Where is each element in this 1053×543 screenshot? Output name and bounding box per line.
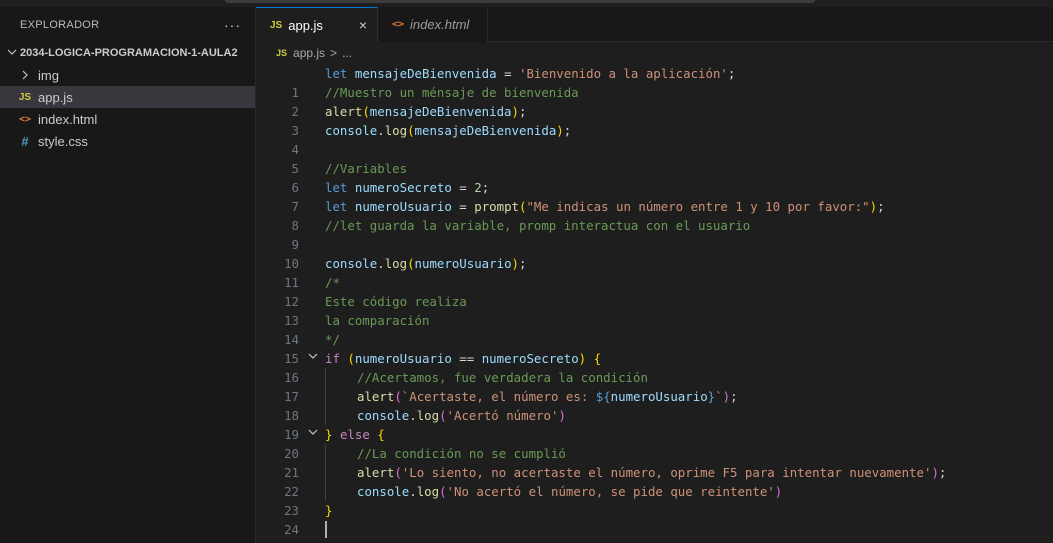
- line-number: 25: [256, 539, 299, 543]
- explorer-sidebar: EXPLORADOR ··· 2034-LOGICA-PROGRAMACION-…: [0, 7, 256, 543]
- tree-item-style-css[interactable]: # style.css: [0, 130, 255, 152]
- code-line-25: 25: [256, 520, 1053, 543]
- title-bar: [0, 0, 1053, 7]
- code-line-22: 22 alert('Lo siento, no acertaste el núm…: [256, 463, 1053, 499]
- chevron-right-icon: [16, 70, 34, 80]
- code-line-14: 14 la comparación: [256, 311, 1053, 347]
- css-file-icon: #: [21, 133, 29, 149]
- code-line-6: 6 //Variables: [256, 159, 1053, 195]
- fold-chevron-icon[interactable]: [308, 425, 318, 444]
- tree-item-label: style.css: [38, 133, 88, 149]
- code-line-12: 12 /*: [256, 273, 1053, 309]
- html-file-icon: <>: [392, 19, 405, 30]
- breadcrumb: JS app.js > ...: [256, 42, 1053, 64]
- workspace-folder[interactable]: 2034-LOGICA-PROGRAMACION-1-AULA2: [0, 42, 255, 64]
- code-line-23: 23 console.log('No acertó el número, se …: [256, 482, 1053, 518]
- tree-item-label: img: [38, 67, 59, 83]
- code-line-15: 15 */: [256, 330, 1053, 366]
- code-line-17: 17 //Acertamos, fue verdadera la condici…: [256, 368, 1053, 404]
- breadcrumb-file[interactable]: app.js: [293, 46, 325, 60]
- code-line-8: 8 let numeroUsuario = prompt("Me indicas…: [256, 197, 1053, 233]
- close-icon[interactable]: ×: [359, 17, 367, 33]
- code-line-10: 10: [256, 235, 1053, 271]
- code-line-11: 11 console.log(numeroUsuario);: [256, 254, 1053, 290]
- code-line-16: 16 if (numeroUsuario == numeroSecreto) {: [256, 349, 1053, 385]
- tree-item-label: app.js: [38, 89, 73, 105]
- code-line-5: 5: [256, 140, 1053, 176]
- tree-item-index-html[interactable]: <> index.html: [0, 108, 255, 130]
- code-line-20: 20 } else {: [256, 425, 1053, 461]
- tree-item-label: index.html: [38, 111, 98, 127]
- workspace-folder-label: 2034-LOGICA-PROGRAMACION-1-AULA2: [20, 47, 238, 59]
- javascript-file-icon: JS: [270, 19, 283, 31]
- fold-chevron-icon[interactable]: [308, 349, 318, 368]
- tab-app-js[interactable]: JS app.js ×: [256, 7, 378, 42]
- code-line-13: 13 Este código realiza: [256, 292, 1053, 328]
- code-line-3: 3 alert(mensajeDeBienvenida);: [256, 102, 1053, 138]
- explorer-header: EXPLORADOR ···: [0, 7, 255, 42]
- horizontal-scrollbar[interactable]: [225, 0, 815, 3]
- breadcrumb-symbol[interactable]: ...: [342, 46, 352, 60]
- code-line-7: 7 let numeroSecreto = 2;: [256, 178, 1053, 214]
- tab-index-html[interactable]: <> index.html: [378, 7, 488, 42]
- html-file-icon: <>: [18, 113, 32, 125]
- javascript-file-icon: JS: [276, 48, 288, 58]
- code-line-21: 21 //La condición no se cumplió: [256, 444, 1053, 480]
- more-actions-icon[interactable]: ···: [224, 17, 241, 33]
- text-cursor: [325, 521, 327, 538]
- tree-item-img[interactable]: img: [0, 64, 255, 86]
- editor-tabs: JS app.js × <> index.html: [256, 7, 1053, 42]
- tab-label: app.js: [288, 17, 323, 33]
- tab-label: index.html: [410, 17, 470, 32]
- code-line-9: 9 //let guarda la variable, promp intera…: [256, 216, 1053, 252]
- code-editor[interactable]: 1 let mensajeDeBienvenida = 'Bienvenido …: [256, 64, 1053, 543]
- code-line-2: 2 //Muestro un ménsaje de bienvenida: [256, 83, 1053, 119]
- code-line-19: 19 console.log('Acertó número'): [256, 406, 1053, 442]
- chevron-down-icon: [4, 47, 20, 60]
- code-line-24: 24 }: [256, 501, 1053, 537]
- tree-item-app-js[interactable]: JS app.js: [0, 86, 255, 108]
- code-line-18: 18 alert(`Acertaste, el número es: ${num…: [256, 387, 1053, 423]
- breadcrumb-separator: >: [330, 46, 338, 60]
- code-line-4: 4 console.log(mensajeDeBienvenida);: [256, 121, 1053, 157]
- javascript-file-icon: JS: [18, 91, 32, 103]
- code-line-1: 1 let mensajeDeBienvenida = 'Bienvenido …: [256, 64, 1053, 100]
- explorer-title: EXPLORADOR: [20, 18, 100, 31]
